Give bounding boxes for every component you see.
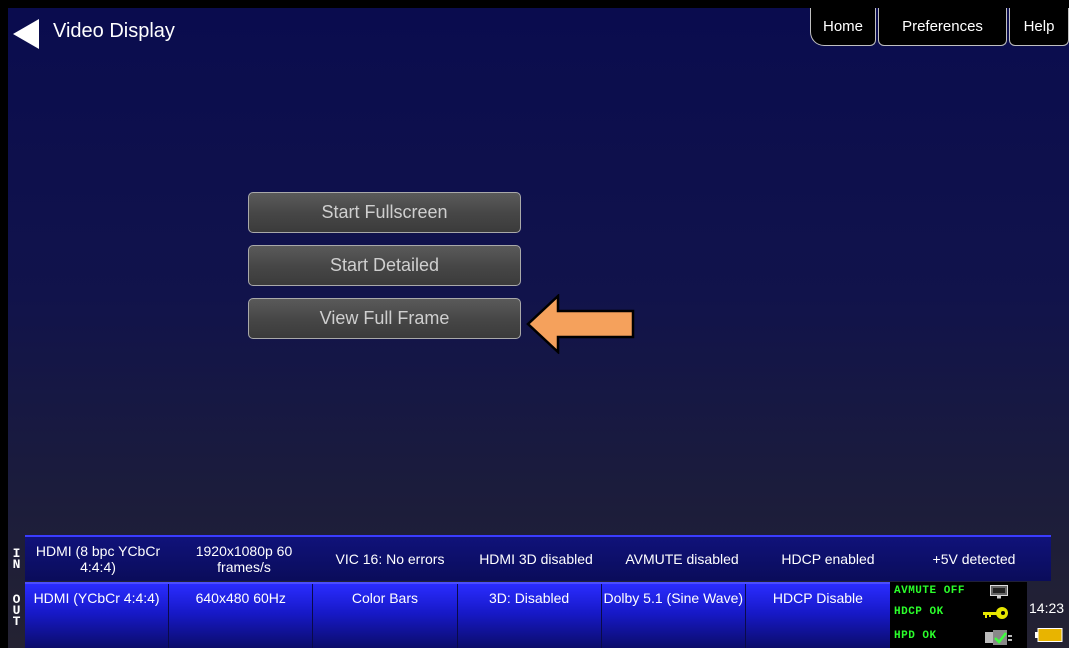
back-arrow-icon[interactable] (13, 19, 40, 49)
tab-preferences[interactable]: Preferences (878, 8, 1007, 46)
input-resolution: 1920x1080p 60 frames/s (195, 543, 293, 575)
input-3d-status: HDMI 3D disabled (479, 551, 593, 567)
output-audio[interactable]: Dolby 5.1 (Sine Wave) (602, 584, 746, 648)
output-hdcp[interactable]: HDCP Disable (746, 584, 890, 648)
input-vic-status: VIC 16: No errors (335, 551, 445, 567)
clock-time: 14:23 (1029, 600, 1065, 616)
avmute-status: AVMUTE OFF (894, 585, 966, 597)
key-icon (983, 607, 1008, 619)
input-format: HDMI (8 bpc YCbCr 4:4:4) (35, 543, 161, 575)
output-timing[interactable]: 640x480 60Hz (169, 584, 314, 648)
tab-home[interactable]: Home (810, 8, 876, 46)
pointer-arrow-icon (526, 294, 635, 354)
output-format[interactable]: HDMI (YCbCr 4:4:4) (25, 584, 170, 648)
input-avmute-status: AVMUTE disabled (625, 551, 739, 567)
monitor-icon (990, 585, 1008, 599)
output-3d[interactable]: 3D: Disabled (458, 584, 602, 648)
input-status-bar: HDMI (8 bpc YCbCr 4:4:4) 1920x1080p 60 f… (25, 535, 1051, 581)
header-bar: Video Display Home Preferences Help (8, 8, 1069, 56)
input-5v-status: +5V detected (932, 551, 1016, 567)
view-full-frame-button[interactable]: View Full Frame (248, 298, 521, 339)
hpd-status: HPD OK (894, 630, 937, 642)
video-display-screen: Video Display Home Preferences Help Star… (8, 8, 1069, 648)
output-status-bar: HDMI (YCbCr 4:4:4) 640x480 60Hz Color Ba… (25, 582, 890, 648)
top-nav-tabs: Home Preferences Help (808, 8, 1069, 48)
output-pattern[interactable]: Color Bars (313, 584, 458, 648)
start-fullscreen-button[interactable]: Start Fullscreen (248, 192, 521, 233)
tab-help[interactable]: Help (1009, 8, 1069, 46)
input-hdcp-status: HDCP enabled (781, 551, 875, 567)
plug-icon (985, 630, 1012, 645)
hdcp-status: HDCP OK (894, 606, 944, 618)
input-row-label: IN (12, 546, 21, 572)
page-title: Video Display (53, 20, 175, 42)
start-detailed-button[interactable]: Start Detailed (248, 245, 521, 286)
output-row-label: OUT (12, 592, 21, 629)
battery-icon (1035, 628, 1063, 642)
status-panel: AVMUTE OFF HDCP OK HPD OK (890, 582, 1027, 648)
